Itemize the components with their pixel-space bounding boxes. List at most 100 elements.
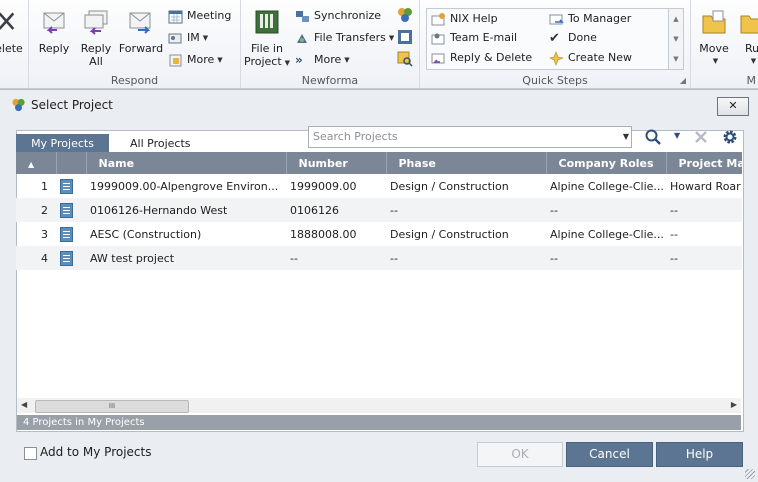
quick-step-to-manager[interactable]: To Manager (549, 10, 631, 28)
cancel-button[interactable]: Cancel (566, 442, 653, 467)
respond-more-button[interactable]: More ▼ (168, 51, 223, 69)
column-header-name[interactable]: Name (86, 152, 287, 174)
row-index: 3 (41, 227, 48, 241)
file-transfers-button[interactable]: File Transfers ▼ (295, 29, 394, 47)
respond-group-title: Respond (110, 74, 159, 87)
project-icon (60, 250, 73, 266)
create-new-icon (549, 50, 564, 66)
im-button[interactable]: IM ▼ (168, 29, 208, 47)
scrollbar-thumb[interactable]: III (35, 400, 189, 413)
scroll-right-icon[interactable]: ▶ (731, 400, 737, 409)
quick-step-reply-delete[interactable]: Reply & Delete (431, 49, 532, 67)
dialog-title: Select Project (31, 98, 113, 112)
reply-all-label-2: All (89, 55, 103, 68)
quick-steps-down-icon[interactable]: ▼ (669, 29, 683, 49)
table-row[interactable]: 2 0106126-Hernando West 0106126 -- -- -- (16, 198, 742, 222)
quick-step-nix-help[interactable]: NIX Help (431, 10, 498, 28)
column-header-project-manager[interactable]: Project Ma (666, 152, 742, 174)
newforma-logo-icon[interactable] (397, 7, 413, 23)
file-transfers-label: File Transfers (314, 31, 386, 44)
quick-steps-launcher-icon[interactable]: ◢ (680, 76, 686, 85)
sort-column-header[interactable]: ▲ (16, 152, 57, 174)
resize-grip-icon[interactable] (745, 469, 755, 479)
double-chevron-icon: » (295, 52, 303, 67)
im-icon (168, 33, 182, 43)
scroll-left-icon[interactable]: ◀ (21, 400, 27, 409)
search-dropdown-icon[interactable]: ▼ (623, 132, 629, 141)
respond-group: Reply Reply All Forward Meeting IM ▼ Mor… (29, 0, 241, 88)
reply-all-icon (84, 10, 108, 35)
project-phase: -- (390, 203, 398, 217)
quick-step-done[interactable]: ✔ Done (549, 29, 597, 47)
rules-label: Ru (744, 42, 758, 55)
rules-button[interactable]: Ru ▼ (737, 8, 758, 68)
move-button[interactable]: Move ▼ (695, 8, 733, 68)
meeting-button[interactable]: Meeting (168, 7, 231, 25)
projects-table-wrapper: ▲ Name Number Phase Company Roles Projec… (16, 152, 742, 398)
forward-icon (129, 12, 151, 34)
reply-all-button[interactable]: Reply All (77, 8, 115, 68)
search-options-dropdown-icon[interactable]: ▼ (674, 131, 680, 140)
synchronize-button[interactable]: Synchronize (295, 7, 381, 25)
search-icon[interactable] (644, 128, 662, 146)
project-icon-cell (56, 222, 86, 246)
delete-button[interactable]: elete (0, 8, 24, 55)
row-index: 2 (41, 203, 48, 217)
close-button[interactable]: ✕ (717, 97, 749, 116)
quick-step-reply-delete-label: Reply & Delete (450, 51, 533, 64)
move-folder-icon (702, 10, 726, 34)
newforma-app-icon (12, 98, 25, 112)
row-index: 1 (41, 179, 48, 193)
column-header-number[interactable]: Number (286, 152, 387, 174)
newforma-group: File in Project ▼ Synchronize File Transf… (241, 0, 420, 88)
clear-search-icon[interactable] (692, 128, 710, 146)
project-manager: Howard Roar (670, 179, 741, 193)
reply-icon (43, 12, 65, 34)
project-phase: -- (390, 251, 398, 265)
search-projects-input[interactable]: Search Projects ▼ (308, 126, 632, 148)
file-in-project-button[interactable]: File in Project ▼ (244, 8, 290, 70)
help-button[interactable]: Help (656, 442, 743, 467)
horizontal-scrollbar[interactable]: ◀ III ▶ (17, 398, 741, 413)
quick-step-team-email-label: Team E-mail (450, 31, 518, 44)
quick-step-create-new[interactable]: Create New (549, 49, 632, 67)
project-number: 1999009.00 (290, 179, 357, 193)
search-placeholder: Search Projects (313, 130, 398, 143)
project-manager: -- (670, 227, 678, 241)
project-icon-cell (56, 174, 86, 198)
table-row[interactable]: 1 1999009.00-Alpengrove Environ... 19990… (16, 174, 742, 198)
calendar-icon (168, 10, 183, 23)
gear-icon[interactable] (721, 128, 739, 146)
quick-step-team-email[interactable]: Team E-mail (431, 29, 517, 47)
synchronize-icon (296, 10, 309, 22)
column-header-company-roles[interactable]: Company Roles (546, 152, 667, 174)
project-company-roles: -- (550, 251, 558, 265)
table-row[interactable]: 3 AESC (Construction) 1888008.00 Design … (16, 222, 742, 246)
quick-step-to-manager-label: To Manager (568, 12, 632, 25)
icon-column-header[interactable] (56, 152, 87, 174)
respond-more-label: More (187, 53, 215, 66)
add-to-my-projects-checkbox[interactable] (24, 447, 37, 460)
quick-step-create-new-label: Create New (568, 51, 633, 64)
project-number: -- (290, 251, 298, 265)
table-header-row: ▲ Name Number Phase Company Roles Projec… (16, 152, 742, 174)
quick-steps-scrollbar[interactable]: ▲ ▼ ▼ (668, 9, 683, 69)
forward-button[interactable]: Forward (117, 8, 165, 55)
quick-steps-more-icon[interactable]: ▼ (669, 49, 683, 69)
rules-icon (740, 15, 758, 34)
table-row[interactable]: 4 AW test project -- -- -- -- (16, 246, 742, 270)
project-center-icon[interactable] (397, 29, 413, 45)
tab-my-projects[interactable]: My Projects (16, 134, 109, 154)
project-number: 0106126 (290, 203, 339, 217)
search-project-icon[interactable] (397, 51, 413, 67)
move-label: Move (699, 42, 729, 55)
column-header-phase[interactable]: Phase (386, 152, 547, 174)
newforma-more-button[interactable]: » More ▼ (295, 51, 350, 69)
reply-button[interactable]: Reply (35, 8, 73, 55)
delete-x-icon (0, 12, 15, 30)
ok-button[interactable]: OK (477, 442, 563, 467)
project-icon-cell (56, 198, 86, 222)
forward-label: Forward (118, 42, 164, 55)
quick-steps-up-icon[interactable]: ▲ (669, 9, 683, 29)
tab-all-projects[interactable]: All Projects (118, 134, 203, 154)
